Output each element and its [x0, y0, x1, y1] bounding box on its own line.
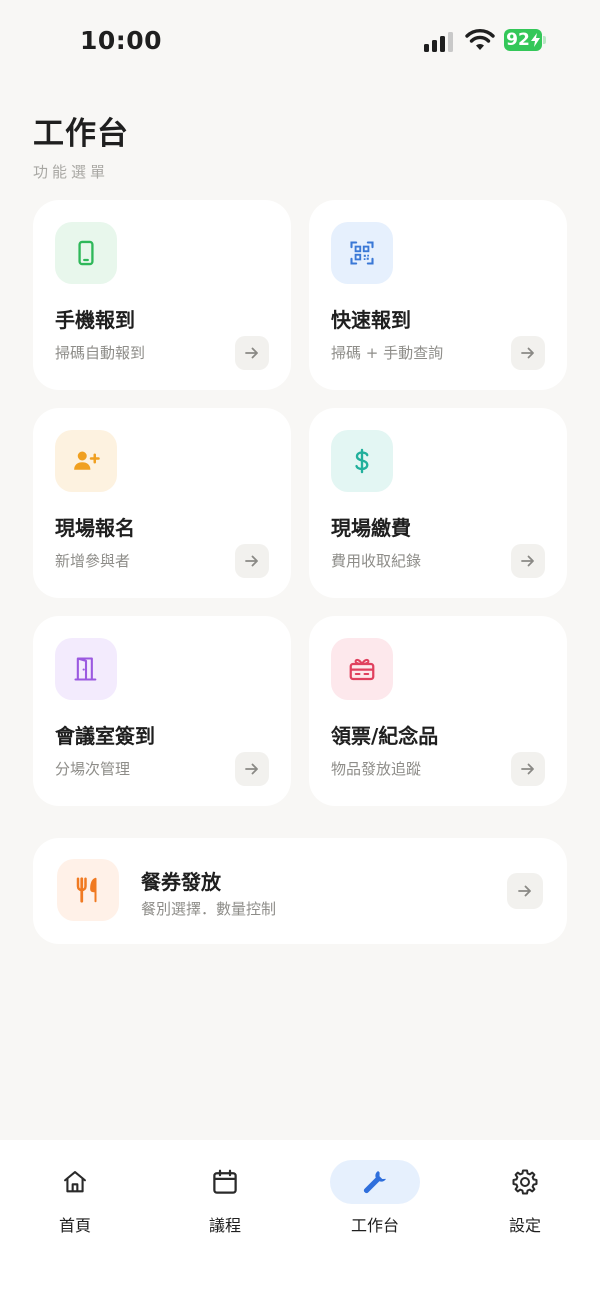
arrow-right-icon: [521, 763, 534, 775]
arrow-right-button[interactable]: [511, 752, 545, 786]
arrow-right-icon: [521, 555, 534, 567]
arrow-right-icon: [245, 347, 258, 359]
page-subtitle: 功能選單: [33, 163, 110, 181]
card-title: 快速報到: [331, 308, 411, 332]
arrow-right-button[interactable]: [235, 336, 269, 370]
card-mobile-checkin[interactable]: 手機報到 掃碼自動報到: [33, 200, 291, 390]
smartphone-icon: [78, 240, 94, 266]
card-title: 領票/紀念品: [331, 724, 439, 748]
card-icon-box: [55, 222, 117, 284]
nav-icon-wrap: [480, 1160, 570, 1204]
wrench-icon: [363, 1171, 386, 1194]
battery-level: 92: [506, 30, 530, 50]
add-user-icon: [74, 451, 100, 470]
nav-icon-wrap: [30, 1160, 120, 1204]
card-icon-box: [331, 638, 393, 700]
card-onsite-payment[interactable]: 現場繳費 費用收取紀錄: [309, 408, 567, 598]
arrow-right-icon: [518, 885, 531, 897]
card-onsite-registration[interactable]: 現場報名 新增參與者: [33, 408, 291, 598]
status-bar: 10:00 92: [0, 0, 600, 80]
nav-icon-wrap: [330, 1160, 420, 1204]
card-description: 餐別選擇．數量控制: [141, 900, 277, 918]
arrow-right-button[interactable]: [507, 873, 543, 909]
arrow-right-button[interactable]: [235, 544, 269, 578]
page-title: 工作台: [33, 116, 129, 152]
card-title: 現場繳費: [331, 516, 411, 540]
nav-item-workbench[interactable]: 工作台: [315, 1160, 435, 1250]
status-time: 10:00: [80, 26, 163, 55]
nav-label: 工作台: [350, 1216, 399, 1235]
card-meal-voucher[interactable]: 餐券發放 餐別選擇．數量控制: [33, 838, 567, 944]
card-icon-box: [55, 638, 117, 700]
card-title: 現場報名: [55, 516, 135, 540]
home-icon: [64, 1171, 86, 1193]
card-icon-box: [331, 430, 393, 492]
arrow-right-button[interactable]: [235, 752, 269, 786]
door-icon: [74, 657, 97, 681]
nav-item-home[interactable]: 首頁: [15, 1160, 135, 1250]
card-icon-box: [57, 859, 119, 921]
arrow-right-button[interactable]: [511, 336, 545, 370]
battery-indicator: 92: [504, 29, 542, 51]
card-title: 會議室簽到: [55, 724, 155, 748]
wifi-icon: [465, 29, 495, 50]
gift-icon: [349, 658, 375, 681]
workbench-screen: 10:00 92 工作台 功能選單 手機報到 掃碼自動報到 快速報到 掃碼 + …: [0, 0, 600, 1300]
charging-bolt-icon: [530, 33, 540, 47]
nav-icon-wrap: [180, 1160, 270, 1204]
nav-label: 首頁: [58, 1216, 91, 1235]
battery-cap: [543, 36, 546, 44]
card-tickets-souvenirs[interactable]: 領票/紀念品 物品發放追蹤: [309, 616, 567, 806]
card-description: 新增參與者: [55, 552, 131, 570]
nav-item-agenda[interactable]: 議程: [165, 1160, 285, 1250]
bottom-navigation: 首頁 議程 工作台 設定: [0, 1140, 600, 1300]
card-quick-checkin[interactable]: 快速報到 掃碼 + 手動查詢: [309, 200, 567, 390]
card-description: 物品發放追蹤: [331, 760, 422, 778]
card-title: 餐券發放: [141, 870, 221, 894]
cellular-signal-icon: [424, 30, 458, 52]
card-description: 分場次管理: [55, 760, 131, 778]
dollar-icon: [355, 448, 369, 474]
card-description: 掃碼 + 手動查詢: [331, 344, 444, 362]
qr-code-icon: [350, 241, 374, 265]
calendar-icon: [213, 1169, 237, 1194]
arrow-right-icon: [521, 347, 534, 359]
arrow-right-button[interactable]: [511, 544, 545, 578]
nav-label: 議程: [208, 1216, 241, 1235]
utensils-icon: [76, 877, 97, 903]
gear-icon: [512, 1169, 538, 1195]
card-title: 手機報到: [55, 308, 135, 332]
card-description: 掃碼自動報到: [55, 344, 146, 362]
arrow-right-icon: [245, 555, 258, 567]
card-description: 費用收取紀錄: [331, 552, 422, 570]
card-meeting-room-checkin[interactable]: 會議室簽到 分場次管理: [33, 616, 291, 806]
arrow-right-icon: [245, 763, 258, 775]
card-icon-box: [331, 222, 393, 284]
nav-label: 設定: [508, 1216, 541, 1235]
card-icon-box: [55, 430, 117, 492]
nav-item-settings[interactable]: 設定: [465, 1160, 585, 1250]
